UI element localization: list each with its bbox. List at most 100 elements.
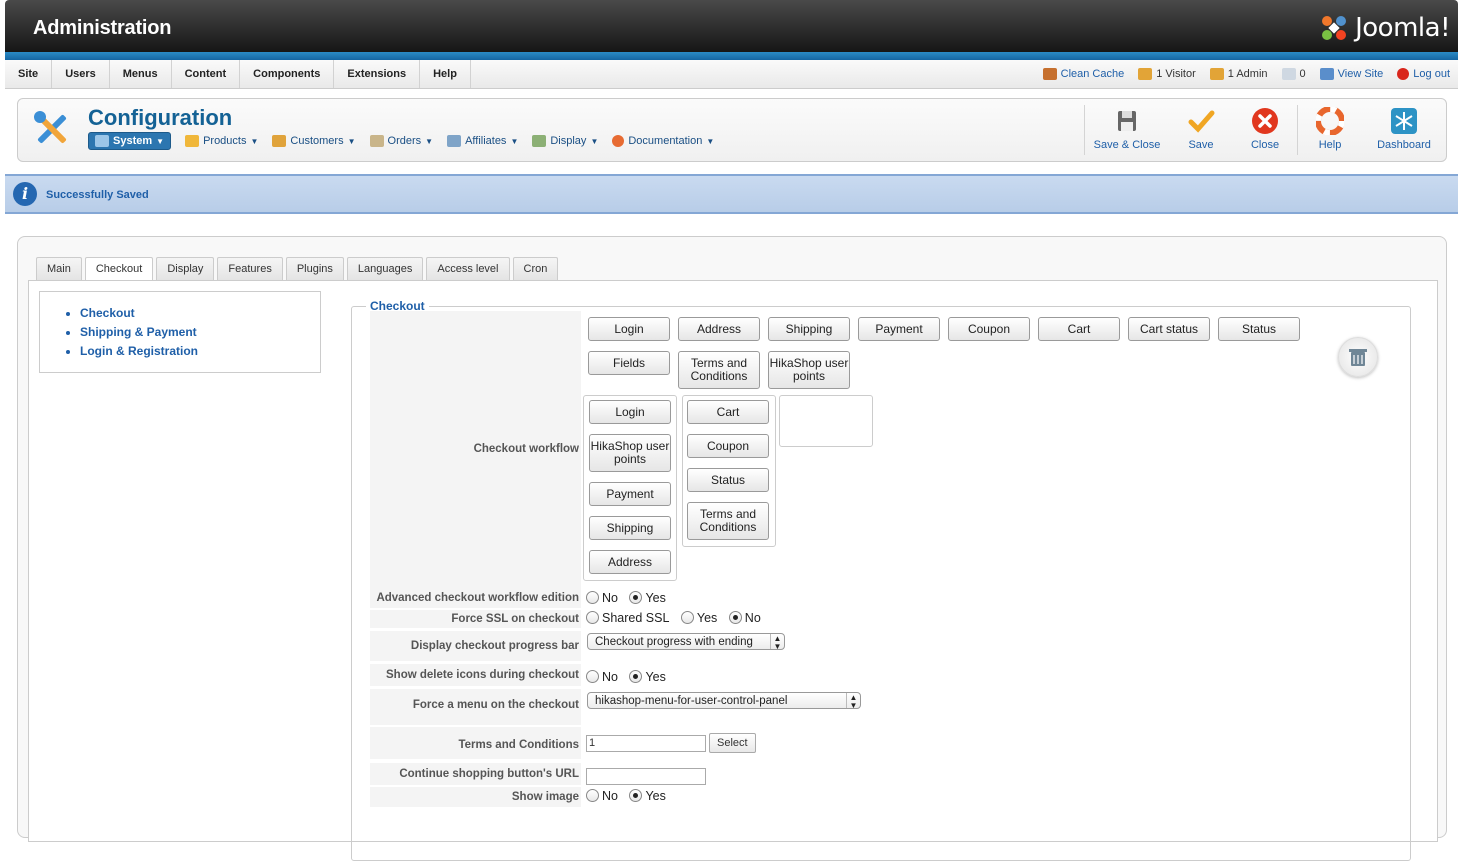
affiliates-icon <box>447 135 462 147</box>
step2-terms[interactable]: Terms and Conditions <box>687 502 769 540</box>
menu-components[interactable]: Components <box>240 60 335 88</box>
menu-extensions[interactable]: Extensions <box>334 60 421 88</box>
submenu-system[interactable]: System ▼ <box>88 132 172 150</box>
tab-features[interactable]: Features <box>217 257 283 280</box>
menu-users[interactable]: Users <box>52 60 110 88</box>
cache-icon <box>1042 68 1057 80</box>
progress-bar-select[interactable]: Checkout progress with ending ▲ ▼ <box>587 633 785 651</box>
show-image-yes[interactable]: Yes <box>629 789 666 803</box>
info-icon: i <box>13 182 37 206</box>
menu-content[interactable]: Content <box>172 60 241 88</box>
workflow-item-shipping[interactable]: Shipping <box>768 317 850 341</box>
force-ssl-yes[interactable]: Yes <box>680 611 717 625</box>
dashboard-button[interactable]: Dashboard <box>1362 99 1446 161</box>
workflow-item-cart[interactable]: Cart <box>1038 317 1120 341</box>
continue-url-label: Continue shopping button's URL <box>370 763 581 785</box>
help-button[interactable]: Help <box>1298 99 1362 161</box>
toolbar-box: Configuration System ▼ Products ▼ Customer… <box>17 98 1447 162</box>
submenu-documentation[interactable]: Documentation ▼ <box>612 135 714 147</box>
step1-login[interactable]: Login <box>589 400 671 424</box>
workflow-step-empty[interactable] <box>779 395 873 447</box>
workflow-item-status[interactable]: Status <box>1218 317 1300 341</box>
checkout-fieldset: Checkout Checkout workflow Login Address… <box>351 299 1411 861</box>
tab-main[interactable]: Main <box>36 257 82 280</box>
workflow-item-user-points[interactable]: HikaShop user points <box>768 351 850 389</box>
view-site-link[interactable]: View Site <box>1319 68 1383 80</box>
tab-languages[interactable]: Languages <box>346 257 424 280</box>
close-button[interactable]: Close <box>1233 99 1297 161</box>
step2-coupon[interactable]: Coupon <box>687 434 769 458</box>
workflow-item-address[interactable]: Address <box>678 317 760 341</box>
dashboard-icon <box>1391 108 1417 134</box>
trash-icon[interactable] <box>1338 337 1378 377</box>
submenu-customers[interactable]: Customers ▼ <box>272 135 356 147</box>
delete-icons-label: Show delete icons during checkout <box>370 664 581 686</box>
header-title: Administration <box>33 17 172 39</box>
step1-shipping[interactable]: Shipping <box>589 516 671 540</box>
system-message: i Successfully Saved <box>5 174 1458 214</box>
submenu-affiliates[interactable]: Affiliates ▼ <box>447 135 518 147</box>
step2-status[interactable]: Status <box>687 468 769 492</box>
advanced-workflow-radios: No Yes <box>586 591 674 605</box>
save-button[interactable]: Save <box>1169 99 1233 161</box>
step1-user-points[interactable]: HikaShop user points <box>589 434 671 472</box>
step1-payment[interactable]: Payment <box>589 482 671 506</box>
workflow-item-terms[interactable]: Terms and Conditions <box>678 351 760 389</box>
section-nav: Checkout Shipping & Payment Login & Regi… <box>39 291 321 373</box>
show-image-no[interactable]: No <box>586 789 618 803</box>
step2-cart[interactable]: Cart <box>687 400 769 424</box>
nav-link-checkout[interactable]: Checkout <box>80 304 320 323</box>
workflow-item-payment[interactable]: Payment <box>858 317 940 341</box>
nav-link-shipping-payment[interactable]: Shipping & Payment <box>80 323 320 342</box>
joomla-brand-text: Joomla! <box>1355 13 1450 43</box>
logout-link[interactable]: Log out <box>1397 68 1450 80</box>
nav-link-login-registration[interactable]: Login & Registration <box>80 342 320 361</box>
delete-icons-yes[interactable]: Yes <box>629 670 666 684</box>
tab-plugins[interactable]: Plugins <box>285 257 344 280</box>
select-arrows-icon: ▲ ▼ <box>770 634 784 651</box>
admin-icon <box>1209 68 1224 80</box>
checkmark-icon <box>1188 110 1215 133</box>
tab-display[interactable]: Display <box>156 257 215 280</box>
menu-help[interactable]: Help <box>420 60 471 88</box>
submenu-products[interactable]: Products ▼ <box>185 135 258 147</box>
clean-cache-link[interactable]: Clean Cache <box>1042 68 1124 80</box>
progress-bar-label: Display checkout progress bar <box>370 631 581 661</box>
chevron-down-icon: ▼ <box>425 136 434 146</box>
radio-icon <box>586 789 599 802</box>
menu-site[interactable]: Site <box>5 60 53 88</box>
workflow-item-coupon[interactable]: Coupon <box>948 317 1030 341</box>
power-icon <box>1397 68 1410 80</box>
lifebuoy-icon <box>1316 107 1344 135</box>
force-ssl-shared[interactable]: Shared SSL <box>586 611 669 625</box>
menu-menus[interactable]: Menus <box>110 60 172 88</box>
main-menu-bar: Site Users Menus Content Components Exte… <box>5 60 1458 89</box>
submenu-display[interactable]: Display ▼ <box>532 135 598 147</box>
step1-address[interactable]: Address <box>589 550 671 574</box>
workflow-item-login[interactable]: Login <box>588 317 670 341</box>
admin-header: Administration Joomla! <box>5 0 1458 52</box>
radio-checked-icon <box>629 789 643 802</box>
force-ssl-no[interactable]: No <box>728 611 761 625</box>
workflow-item-cart-status[interactable]: Cart status <box>1128 317 1210 341</box>
visitors-status: 1 Visitor <box>1138 68 1196 80</box>
terms-input[interactable]: 1 <box>586 735 706 752</box>
admin-frame: Administration Joomla! Site Users Menus … <box>5 0 1458 861</box>
tab-cron[interactable]: Cron <box>512 257 559 280</box>
show-image-radios: No Yes <box>586 789 674 803</box>
terms-select-button[interactable]: Select <box>709 733 756 753</box>
chevron-down-icon: ▼ <box>510 136 519 146</box>
joomla-logo: Joomla! <box>1319 12 1450 44</box>
submenu-orders[interactable]: Orders ▼ <box>369 135 434 147</box>
workflow-item-fields[interactable]: Fields <box>588 351 670 375</box>
delete-icons-no[interactable]: No <box>586 670 618 684</box>
tab-checkout[interactable]: Checkout <box>84 257 154 281</box>
toolbar-buttons: Save & Close Save Close Help Dashboard <box>1084 99 1446 161</box>
force-menu-select[interactable]: hikashop-menu-for-user-control-panel ▲ ▼ <box>587 692 861 710</box>
advanced-workflow-no[interactable]: No <box>586 591 618 605</box>
save-close-button[interactable]: Save & Close <box>1085 99 1169 161</box>
messages-status[interactable]: 0 <box>1281 68 1306 80</box>
tab-access-level[interactable]: Access level <box>426 257 510 280</box>
continue-url-input[interactable] <box>586 768 706 785</box>
advanced-workflow-yes[interactable]: Yes <box>629 591 666 605</box>
